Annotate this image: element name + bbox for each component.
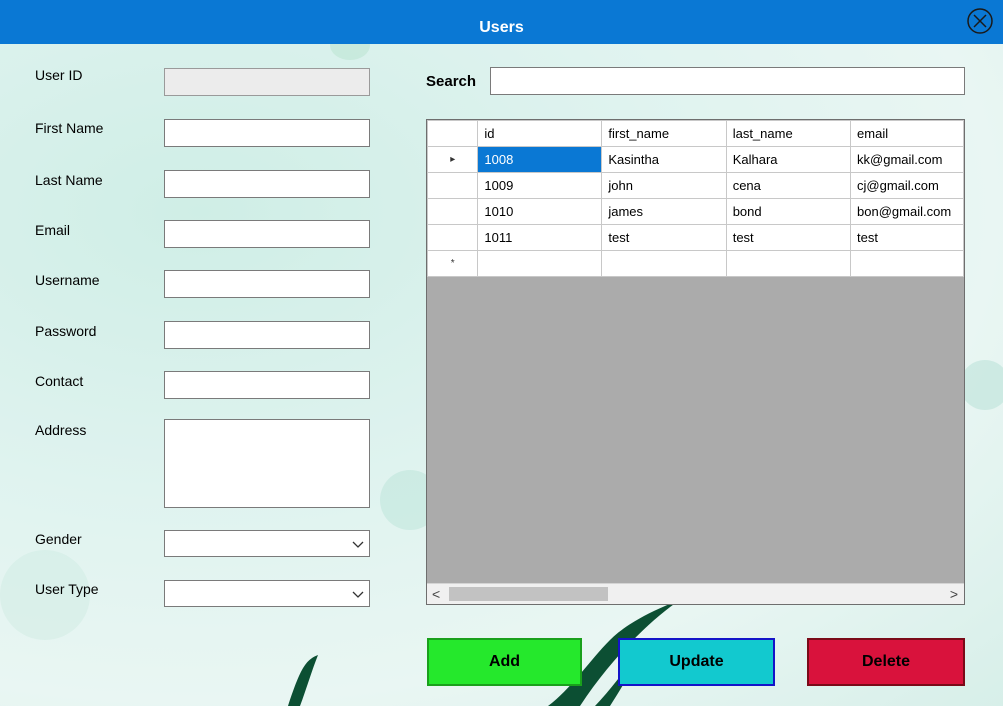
user-type-select[interactable] xyxy=(164,580,370,607)
update-button[interactable]: Update xyxy=(618,638,775,686)
column-header-first-name[interactable]: first_name xyxy=(601,120,727,147)
table-cell[interactable]: kk@gmail.com xyxy=(850,146,964,173)
add-button[interactable]: Add xyxy=(427,638,582,686)
password-field[interactable] xyxy=(164,321,370,349)
first-name-field[interactable] xyxy=(164,119,370,147)
horizontal-scrollbar[interactable]: < > xyxy=(427,583,964,604)
table-cell[interactable]: cj@gmail.com xyxy=(850,172,964,199)
close-circle-icon xyxy=(967,8,993,34)
user-type-label: User Type xyxy=(35,581,99,597)
users-grid[interactable]: id first_name last_name email ▸ 1008 Kas… xyxy=(426,119,965,605)
table-cell[interactable]: Kasintha xyxy=(601,146,727,173)
address-label: Address xyxy=(35,422,87,438)
password-label: Password xyxy=(35,323,97,339)
window-title: Users xyxy=(479,19,524,36)
table-cell[interactable]: bon@gmail.com xyxy=(850,198,964,225)
contact-field[interactable] xyxy=(164,371,370,399)
email-field[interactable] xyxy=(164,220,370,248)
table-cell[interactable]: bond xyxy=(725,198,852,225)
search-label: Search xyxy=(426,73,477,90)
row-header[interactable] xyxy=(427,172,479,199)
address-field[interactable] xyxy=(164,419,370,508)
users-table: id first_name last_name email ▸ 1008 Kas… xyxy=(427,120,964,277)
table-cell[interactable]: james xyxy=(601,198,727,225)
grid-header-row: id first_name last_name email xyxy=(427,120,964,147)
table-cell[interactable]: cena xyxy=(725,172,852,199)
first-name-label: First Name xyxy=(35,120,104,136)
table-cell[interactable]: test xyxy=(601,224,727,251)
scroll-left-icon[interactable]: < xyxy=(432,586,440,602)
close-button[interactable] xyxy=(964,5,996,37)
row-header[interactable] xyxy=(427,224,479,251)
table-cell[interactable] xyxy=(477,250,603,277)
username-field[interactable] xyxy=(164,270,370,298)
gender-label: Gender xyxy=(35,531,82,547)
table-cell[interactable]: Kalhara xyxy=(725,146,852,173)
chevron-down-icon xyxy=(352,541,364,548)
column-header-last-name[interactable]: last_name xyxy=(725,120,852,147)
scroll-right-icon[interactable]: > xyxy=(950,586,958,602)
username-label: Username xyxy=(35,272,100,288)
email-label: Email xyxy=(35,222,71,238)
table-row[interactable]: 1009 john cena cj@gmail.com xyxy=(427,172,964,199)
contact-label: Contact xyxy=(35,373,84,389)
delete-button[interactable]: Delete xyxy=(807,638,965,686)
row-header-corner xyxy=(427,120,479,147)
table-row[interactable]: 1011 test test test xyxy=(427,224,964,251)
table-row[interactable]: 1010 james bond bon@gmail.com xyxy=(427,198,964,225)
last-name-field[interactable] xyxy=(164,170,370,198)
row-header[interactable] xyxy=(427,198,479,225)
column-header-id[interactable]: id xyxy=(477,120,603,147)
chevron-down-icon xyxy=(352,591,364,598)
search-input[interactable] xyxy=(490,67,965,95)
table-cell[interactable] xyxy=(601,250,727,277)
table-cell[interactable] xyxy=(850,250,964,277)
table-cell[interactable]: test xyxy=(850,224,964,251)
table-cell[interactable]: 1010 xyxy=(477,198,603,225)
gender-select[interactable] xyxy=(164,530,370,557)
new-row-marker-icon[interactable]: * xyxy=(427,250,479,277)
current-row-marker-icon[interactable]: ▸ xyxy=(427,146,479,173)
table-cell[interactable]: john xyxy=(601,172,727,199)
scrollbar-thumb[interactable] xyxy=(449,587,608,601)
column-header-email[interactable]: email xyxy=(850,120,964,147)
table-cell[interactable]: 1008 xyxy=(477,146,603,173)
user-id-field[interactable] xyxy=(164,68,370,96)
table-cell[interactable]: 1009 xyxy=(477,172,603,199)
table-row[interactable]: ▸ 1008 Kasintha Kalhara kk@gmail.com xyxy=(427,146,964,173)
table-cell[interactable] xyxy=(725,250,852,277)
table-cell[interactable]: 1011 xyxy=(477,224,603,251)
user-id-label: User ID xyxy=(35,67,83,83)
last-name-label: Last Name xyxy=(35,172,103,188)
table-cell[interactable]: test xyxy=(725,224,852,251)
new-row[interactable]: * xyxy=(427,250,964,277)
